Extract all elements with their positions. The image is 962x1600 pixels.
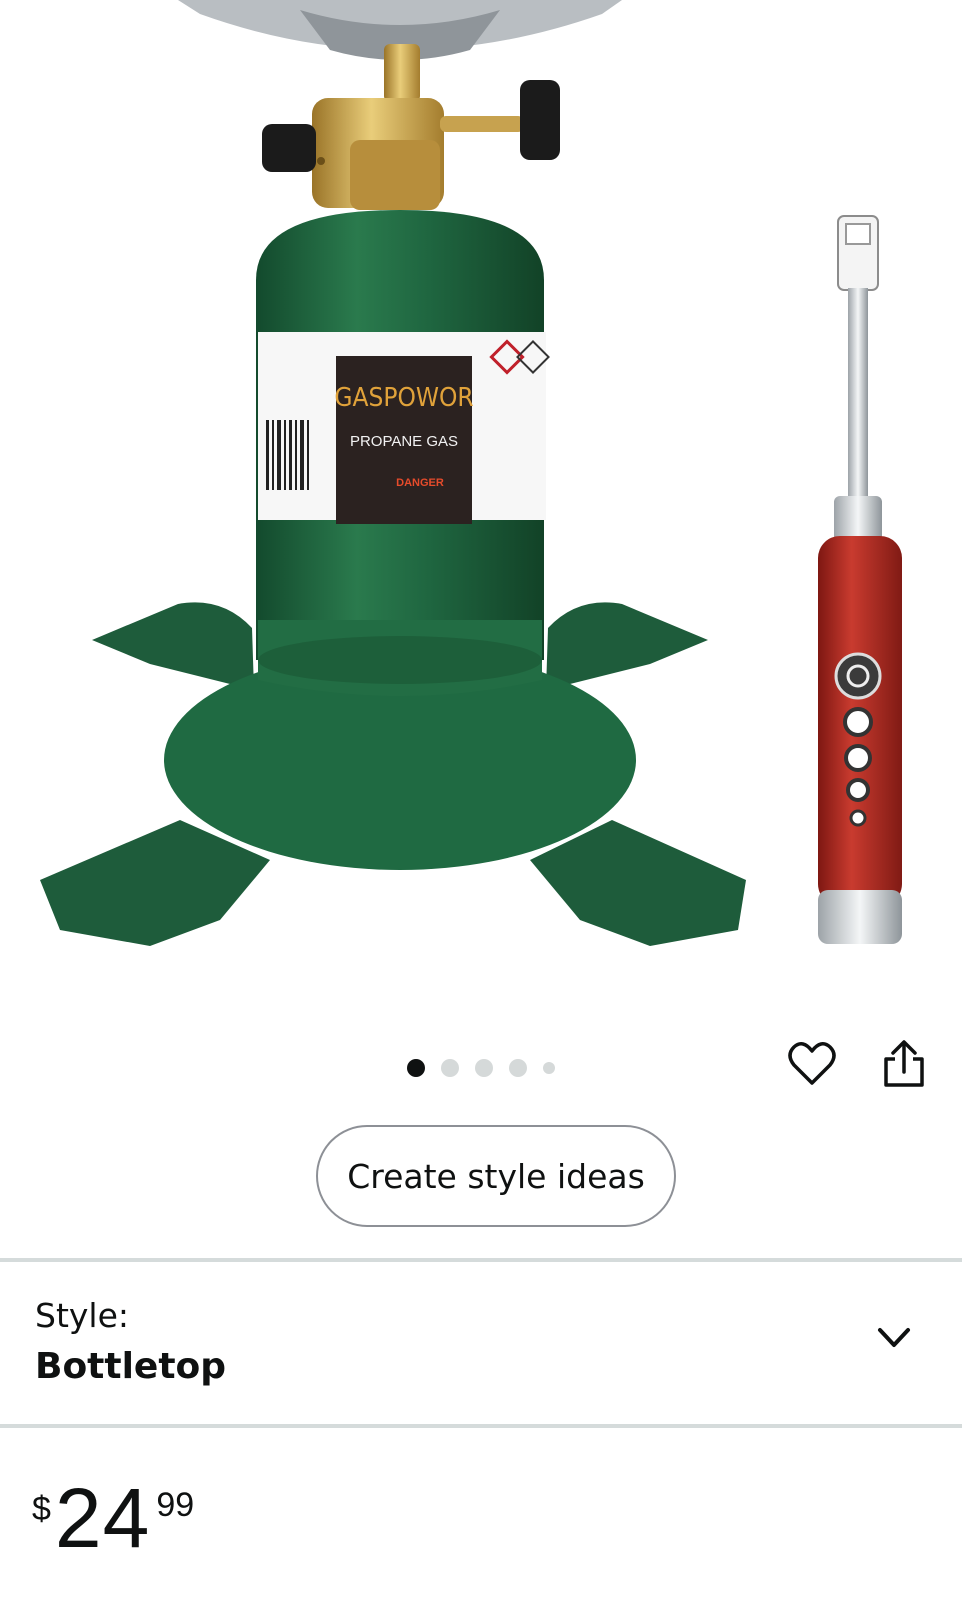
create-style-ideas-button[interactable]: Create style ideas — [316, 1125, 676, 1227]
share-icon — [884, 1040, 924, 1087]
carousel-dot-3[interactable] — [475, 1059, 493, 1077]
product-image[interactable]: GASPOWOR PROPANE GAS DANGER — [0, 0, 962, 1000]
carousel-dot-4[interactable] — [509, 1059, 527, 1077]
divider — [0, 1424, 962, 1428]
share-button[interactable] — [876, 1036, 932, 1092]
style-value: Bottletop — [35, 1346, 227, 1387]
heart-icon — [788, 1042, 836, 1085]
style-selector[interactable]: Style: Bottletop — [0, 1262, 962, 1424]
label-brand-text: GASPOWOR — [334, 383, 473, 413]
style-label: Style: — [35, 1296, 130, 1335]
chevron-down-icon — [878, 1328, 910, 1347]
carousel-dot-5[interactable] — [543, 1062, 555, 1074]
carousel-dot-2[interactable] — [441, 1059, 459, 1077]
label-product-text: PROPANE GAS — [350, 433, 458, 450]
carousel-dot-1[interactable] — [407, 1059, 425, 1077]
product-illustration: GASPOWOR PROPANE GAS DANGER — [40, 0, 902, 946]
price: $ 24 99 — [32, 1476, 194, 1566]
product-page: GASPOWOR PROPANE GAS DANGER Create style… — [0, 0, 962, 1600]
price-currency-symbol: $ — [32, 1490, 51, 1528]
price-fraction: 99 — [156, 1486, 195, 1524]
wishlist-button[interactable] — [784, 1036, 840, 1092]
price-whole: 24 — [54, 1471, 151, 1565]
label-danger-text: DANGER — [396, 477, 444, 489]
